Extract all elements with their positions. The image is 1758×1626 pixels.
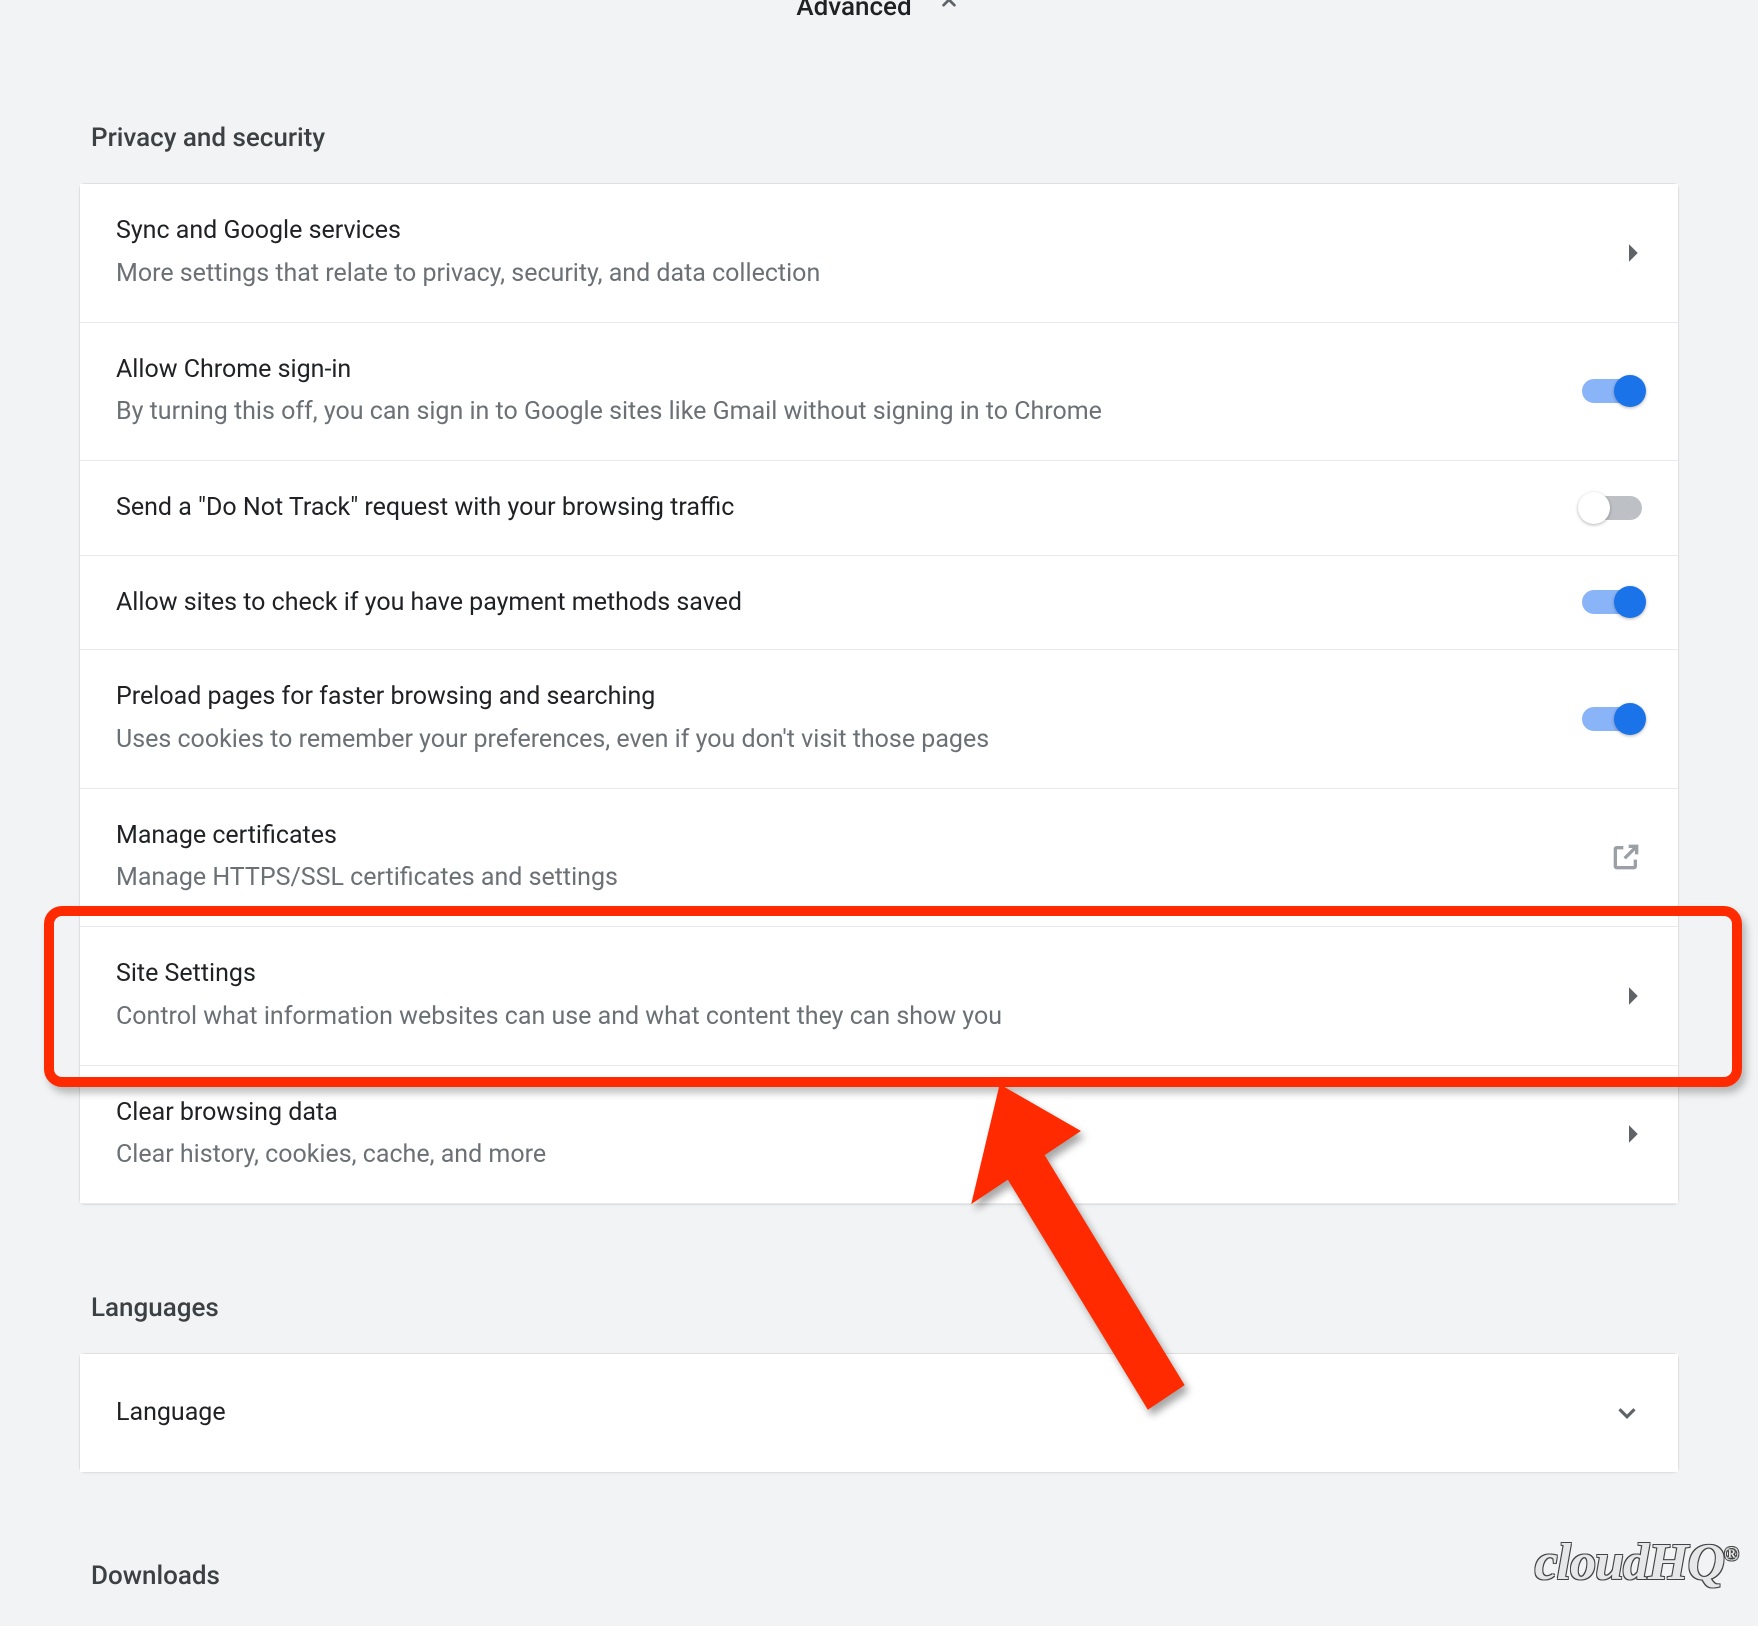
languages-title: Languages [79,1293,1679,1323]
row-desc: Control what information websites can us… [116,997,1602,1037]
preload-pages-row[interactable]: Preload pages for faster browsing and se… [80,650,1678,789]
chevron-down-icon [1612,1398,1642,1428]
row-desc: Uses cookies to remember your preference… [116,720,1558,760]
row-desc: Clear history, cookies, cache, and more [116,1135,1602,1175]
clear-browsing-data-row[interactable]: Clear browsing data Clear history, cooki… [80,1066,1678,1205]
row-title: Site Settings [116,955,1602,993]
site-settings-row[interactable]: Site Settings Control what information w… [80,927,1678,1066]
row-desc: More settings that relate to privacy, se… [116,254,1602,294]
allow-chrome-signin-row[interactable]: Allow Chrome sign-in By turning this off… [80,323,1678,462]
row-title: Language [116,1394,1588,1432]
chevron-up-icon [936,0,962,23]
advanced-label: Advanced [796,0,911,22]
language-row[interactable]: Language [80,1354,1678,1472]
preload-pages-toggle[interactable] [1582,707,1642,731]
arrow-right-icon [1626,986,1642,1006]
external-link-icon [1610,841,1642,873]
row-title: Manage certificates [116,817,1586,855]
chrome-signin-toggle[interactable] [1582,379,1642,403]
advanced-section-header[interactable]: Advanced [79,0,1679,23]
row-title: Clear browsing data [116,1094,1602,1132]
row-desc: Manage HTTPS/SSL certificates and settin… [116,858,1586,898]
row-title: Preload pages for faster browsing and se… [116,678,1558,716]
payment-methods-toggle[interactable] [1582,590,1642,614]
arrow-right-icon [1626,1124,1642,1144]
downloads-title: Downloads [79,1561,1679,1591]
row-title: Allow Chrome sign-in [116,351,1558,389]
row-desc: By turning this off, you can sign in to … [116,392,1558,432]
payment-methods-row[interactable]: Allow sites to check if you have payment… [80,556,1678,651]
row-title: Send a "Do Not Track" request with your … [116,489,1558,527]
row-title: Allow sites to check if you have payment… [116,584,1558,622]
row-title: Sync and Google services [116,212,1602,250]
languages-card: Language [79,1353,1679,1473]
arrow-right-icon [1626,243,1642,263]
cloudhq-watermark: cloudHQ® [1535,1533,1738,1592]
manage-certificates-row[interactable]: Manage certificates Manage HTTPS/SSL cer… [80,789,1678,928]
sync-google-services-row[interactable]: Sync and Google services More settings t… [80,184,1678,323]
privacy-card: Sync and Google services More settings t… [79,183,1679,1205]
do-not-track-row[interactable]: Send a "Do Not Track" request with your … [80,461,1678,556]
privacy-security-title: Privacy and security [79,123,1679,153]
do-not-track-toggle[interactable] [1582,496,1642,520]
